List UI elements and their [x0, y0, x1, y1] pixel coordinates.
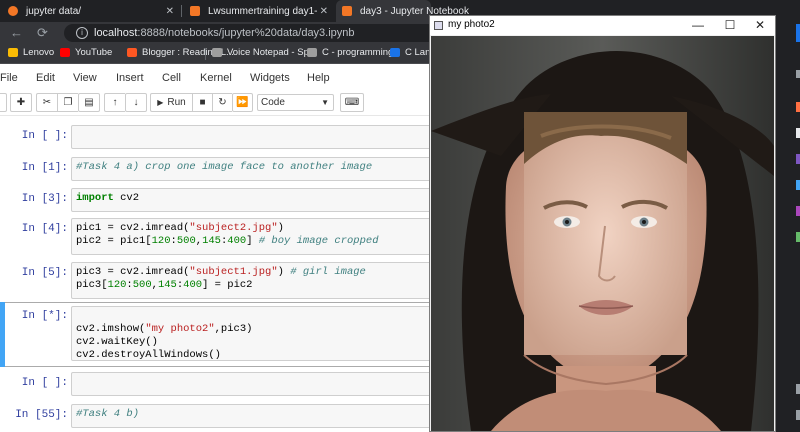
- move-down-icon[interactable]: ↓: [125, 93, 147, 112]
- cell-prompt: In [ ]:: [21, 130, 68, 142]
- extension-icon[interactable]: [796, 154, 800, 164]
- menu-kernel[interactable]: Kernel: [200, 72, 232, 84]
- code-cell[interactable]: In [ ]:: [0, 122, 441, 152]
- extension-icon[interactable]: [796, 384, 800, 394]
- fast-forward-icon[interactable]: ⏩: [232, 93, 253, 112]
- reload-icon[interactable]: ⟳: [37, 25, 48, 41]
- window-title: my photo2: [448, 19, 495, 30]
- code-input[interactable]: #Task 4 b): [71, 404, 441, 428]
- window-app-icon: [434, 21, 443, 30]
- code-cell[interactable]: In [ ]:: [0, 368, 441, 398]
- extension-icon[interactable]: [796, 410, 800, 420]
- close-tab-icon[interactable]: ✕: [166, 6, 174, 17]
- code-input[interactable]: cv2.imshow("my photo2",pic3) cv2.waitKey…: [71, 306, 441, 361]
- code-input[interactable]: import cv2: [71, 188, 441, 212]
- extension-icon[interactable]: [796, 102, 800, 112]
- copy-icon[interactable]: ❐: [57, 93, 78, 112]
- code-cell[interactable]: In [3]: import cv2: [0, 185, 441, 215]
- opencv-image-window[interactable]: my photo2 — ☐ ✕: [429, 15, 776, 432]
- restart-icon[interactable]: ↻: [212, 93, 232, 112]
- folder-icon: [8, 48, 18, 57]
- cell-prompt: In [ ]:: [21, 377, 68, 389]
- run-button[interactable]: ▶ Run: [150, 93, 192, 112]
- code-input[interactable]: pic3 = cv2.imread("subject1.jpg") # girl…: [71, 262, 441, 299]
- extension-icon[interactable]: [796, 232, 800, 242]
- code-input[interactable]: #Task 4 a) crop one image face to anothe…: [71, 157, 441, 181]
- bookmark-voice-notepad[interactable]: Voice Notepad - Sp...: [212, 47, 317, 58]
- tab-jupyter-data[interactable]: jupyter data/ ✕: [2, 0, 180, 22]
- menu-widgets[interactable]: Widgets: [250, 72, 290, 84]
- interrupt-icon[interactable]: ■: [192, 93, 212, 112]
- selected-code-cell[interactable]: In [*]: cv2.imshow("my photo2",pic3) cv2…: [0, 302, 441, 367]
- notebook-container: In [ ]: In [1]: #Task 4 a) crop one imag…: [0, 116, 441, 432]
- close-tab-icon[interactable]: ✕: [320, 6, 328, 17]
- page-icon: [212, 48, 222, 57]
- page-icon: [307, 48, 317, 57]
- bookmark-lenovo[interactable]: Lenovo: [8, 47, 54, 58]
- cell-type-select[interactable]: Code ▼: [257, 94, 334, 111]
- jupyter-icon: [8, 6, 18, 16]
- bookmark-youtube[interactable]: YouTube: [60, 47, 112, 58]
- cell-prompt: In [55]:: [15, 409, 68, 421]
- composite-face-image: [431, 36, 774, 431]
- extension-icon[interactable]: [796, 206, 800, 216]
- code-cell[interactable]: In [1]: #Task 4 a) crop one image face t…: [0, 154, 441, 184]
- cell-prompt: In [5]:: [21, 267, 68, 279]
- cut-icon[interactable]: ✂: [36, 93, 57, 112]
- menu-view[interactable]: View: [73, 72, 97, 84]
- extension-icon[interactable]: [796, 70, 800, 78]
- back-icon[interactable]: ←: [10, 25, 23, 41]
- browser-side-panel: [776, 22, 800, 432]
- move-up-icon[interactable]: ↑: [104, 93, 125, 112]
- maximize-icon[interactable]: ☐: [715, 16, 745, 35]
- site-icon: [390, 48, 400, 57]
- menu-file[interactable]: File: [0, 72, 18, 84]
- menu-insert[interactable]: Insert: [116, 72, 144, 84]
- minimize-icon[interactable]: —: [683, 16, 713, 35]
- extension-icon[interactable]: [796, 24, 800, 42]
- tab-day3[interactable]: day3 - Jupyter Notebook: [336, 0, 469, 22]
- cell-prompt: In [*]:: [21, 310, 68, 322]
- cell-prompt: In [1]:: [21, 162, 68, 174]
- site-info-icon[interactable]: i: [76, 27, 88, 39]
- code-cell[interactable]: In [55]: #Task 4 b): [0, 400, 441, 430]
- menu-cell[interactable]: Cell: [162, 72, 181, 84]
- code-input[interactable]: pic1 = cv2.imread("subject2.jpg") pic2 =…: [71, 218, 441, 255]
- insert-cell-icon[interactable]: ✚: [10, 93, 32, 112]
- code-input[interactable]: [71, 125, 441, 149]
- run-icon: ▶: [157, 98, 164, 107]
- url-bar[interactable]: i localhost:8888/notebooks/jupyter%20dat…: [64, 24, 444, 42]
- code-input[interactable]: [71, 372, 441, 396]
- youtube-icon: [60, 48, 70, 57]
- bookmark-c-programming[interactable]: C - programming: [307, 47, 393, 58]
- save-icon[interactable]: [0, 93, 7, 112]
- jupyter-icon: [190, 6, 200, 16]
- extension-icon[interactable]: [796, 128, 800, 138]
- keyboard-icon[interactable]: ⌨: [340, 93, 364, 112]
- window-title-bar[interactable]: my photo2 — ☐ ✕: [430, 16, 775, 35]
- menu-help[interactable]: Help: [307, 72, 330, 84]
- chevron-down-icon: ▼: [321, 98, 329, 107]
- code-cell[interactable]: In [4]: pic1 = cv2.imread("subject2.jpg"…: [0, 215, 441, 259]
- extension-icon[interactable]: [796, 180, 800, 190]
- close-icon[interactable]: ✕: [745, 16, 775, 35]
- menu-edit[interactable]: Edit: [36, 72, 55, 84]
- cell-prompt: In [3]:: [21, 193, 68, 205]
- tab-lwsummertraining[interactable]: Lwsummertraining day1-2 - Jupy ✕: [184, 0, 334, 22]
- displayed-image: [431, 36, 774, 431]
- cell-prompt: In [4]:: [21, 223, 68, 235]
- code-cell[interactable]: In [5]: pic3 = cv2.imread("subject1.jpg"…: [0, 259, 441, 302]
- paste-icon[interactable]: ▤: [78, 93, 100, 112]
- blogger-icon: [127, 48, 137, 57]
- jupyter-icon: [342, 6, 352, 16]
